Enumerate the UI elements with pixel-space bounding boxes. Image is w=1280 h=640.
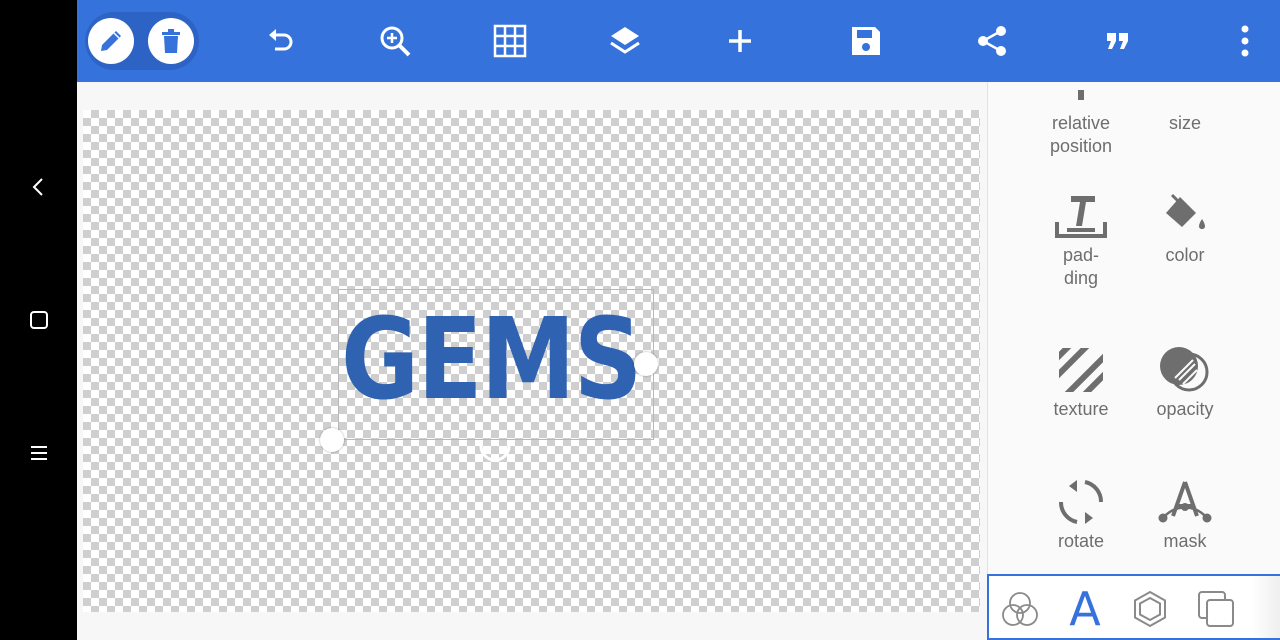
relative-position-label: relative position <box>1049 113 1113 156</box>
quote-icon[interactable] <box>1096 19 1140 63</box>
padding-label: pad- ding <box>1062 245 1100 288</box>
opacity-label: opacity <box>1156 399 1214 419</box>
menu-icon[interactable] <box>20 434 58 472</box>
prop-size[interactable]: size <box>1133 82 1237 135</box>
prop-texture[interactable]: texture <box>1029 342 1133 421</box>
grid-icon[interactable] <box>488 19 532 63</box>
corner-handle[interactable] <box>320 428 344 452</box>
delete-icon[interactable] <box>148 18 194 64</box>
relative-position-icon <box>1053 82 1109 112</box>
resize-handle[interactable] <box>634 352 658 376</box>
layers-tab-icon[interactable] <box>1193 586 1239 632</box>
padding-icon <box>1053 188 1109 244</box>
mask-icon <box>1157 474 1213 530</box>
workspace: GEMS <box>77 82 987 640</box>
text-layer-bounding-box[interactable]: GEMS <box>338 289 654 440</box>
texture-label: texture <box>1053 399 1109 419</box>
home-icon[interactable] <box>20 301 58 339</box>
size-label: size <box>1168 113 1201 133</box>
tab-bar-fade <box>1251 576 1280 638</box>
shape-icon[interactable] <box>1127 586 1173 632</box>
color-label: color <box>1165 245 1205 265</box>
system-navigation-bar <box>0 0 77 640</box>
edit-icon[interactable] <box>88 18 134 64</box>
text-tab-icon[interactable]: A <box>1062 586 1108 632</box>
rotate-handle[interactable] <box>478 443 512 463</box>
back-icon[interactable] <box>20 168 58 206</box>
prop-color[interactable]: color <box>1133 188 1237 267</box>
prop-relative-position[interactable]: relative position <box>1029 82 1133 158</box>
prop-mask[interactable]: mask <box>1133 474 1237 553</box>
mask-label: mask <box>1163 531 1207 551</box>
rotate-label: rotate <box>1057 531 1105 551</box>
transparent-canvas[interactable]: GEMS <box>83 110 980 612</box>
add-icon[interactable] <box>718 19 762 63</box>
top-toolbar <box>77 0 1280 82</box>
bottom-tab-bar: A <box>987 574 1280 640</box>
prop-padding[interactable]: pad- ding <box>1029 188 1133 290</box>
prop-rotate[interactable]: rotate <box>1029 474 1133 553</box>
more-vert-icon[interactable] <box>1223 19 1267 63</box>
prop-opacity[interactable]: opacity <box>1133 342 1237 421</box>
properties-panel: relative position size pad- ding color t… <box>987 82 1280 574</box>
share-icon[interactable] <box>970 19 1014 63</box>
edit-delete-group <box>85 12 199 70</box>
texture-icon <box>1053 342 1109 398</box>
rotate-icon <box>1053 474 1109 530</box>
opacity-icon <box>1157 342 1213 398</box>
zoom-in-icon[interactable] <box>373 19 417 63</box>
size-icon <box>1157 82 1213 112</box>
canvas-text: GEMS <box>341 295 642 425</box>
blend-icon[interactable] <box>997 586 1043 632</box>
paint-bucket-icon <box>1157 188 1213 244</box>
save-icon[interactable] <box>844 19 888 63</box>
undo-icon[interactable] <box>258 19 302 63</box>
text-tab-label: A <box>1069 582 1101 636</box>
layers-icon[interactable] <box>603 19 647 63</box>
